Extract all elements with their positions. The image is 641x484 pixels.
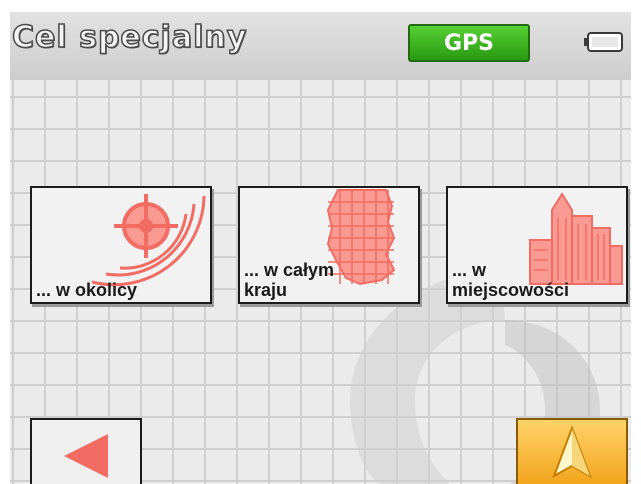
option-nearby-label: ... w okolicy — [36, 280, 138, 300]
navigation-arrow-icon — [552, 425, 592, 479]
page-title: Cel specjalny — [11, 19, 248, 56]
option-city-button[interactable]: ... w miejscowości — [446, 186, 628, 304]
battery-icon — [584, 32, 623, 52]
back-arrow-icon — [64, 434, 108, 478]
special-destination-screen: Cel specjalny GPS ... w okolicy ... w ca… — [0, 0, 641, 484]
option-country-button[interactable]: ... w całym kraju — [238, 186, 420, 304]
option-country-label: ... w całym kraju — [244, 260, 335, 300]
gps-status-badge[interactable]: GPS — [408, 24, 530, 62]
navigation-button[interactable] — [516, 418, 628, 484]
option-nearby-button[interactable]: ... w okolicy — [30, 186, 212, 304]
top-margin — [0, 0, 641, 12]
option-city-label: ... w miejscowości — [452, 260, 570, 300]
back-button[interactable] — [30, 418, 142, 484]
